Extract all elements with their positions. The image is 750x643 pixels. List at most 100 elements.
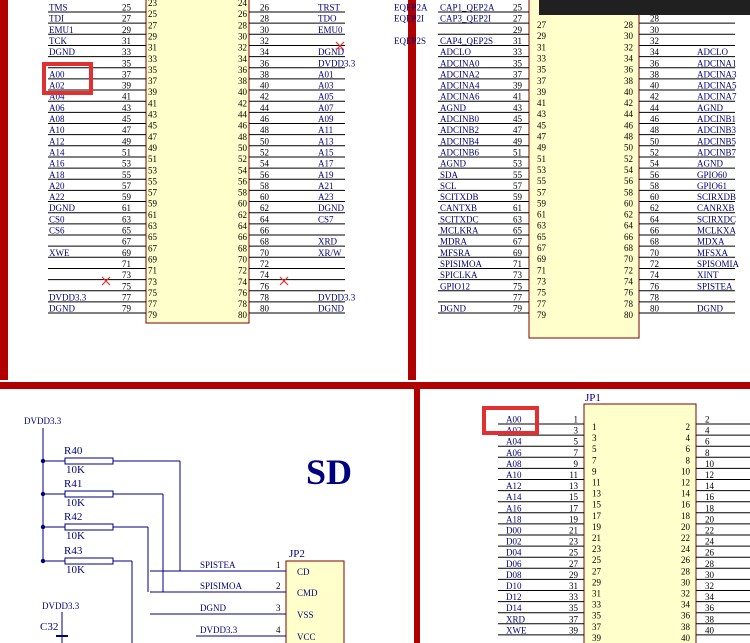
pin-number-left: 67 bbox=[513, 237, 523, 247]
jp1-inner-pin-right: 10 bbox=[681, 466, 691, 476]
resistor-value: 10K bbox=[66, 530, 85, 542]
jp1-outer-pin-right: 10 bbox=[705, 459, 715, 469]
pin-number-right: 78 bbox=[650, 292, 660, 302]
inner-pin-number-left: 47 bbox=[148, 132, 158, 142]
jp1-outer-pin-right: 8 bbox=[705, 448, 710, 458]
net-label-right: A11 bbox=[318, 125, 333, 135]
inner-pin-number-left: 45 bbox=[537, 120, 547, 130]
jp1-inner-pin-left: 13 bbox=[592, 489, 602, 499]
jp1-net-label: A00 bbox=[506, 415, 522, 425]
inner-pin-number-left: 55 bbox=[537, 176, 547, 186]
jp1-outer-pin-left: 29 bbox=[569, 570, 579, 580]
pin-number-right: 68 bbox=[260, 237, 270, 247]
inner-pin-number-left: 47 bbox=[537, 132, 547, 142]
jp1-outer-pin-left: 5 bbox=[574, 437, 579, 447]
inner-pin-number-left: 65 bbox=[148, 232, 158, 242]
inner-pin-number-right: 78 bbox=[624, 299, 634, 309]
inner-pin-number-right: 68 bbox=[624, 243, 634, 253]
net-label-right: TRST bbox=[318, 3, 341, 13]
resistor-ref: R41 bbox=[64, 478, 82, 490]
pin-number-left: 65 bbox=[513, 226, 523, 236]
jp1-outer-pin-left: 39 bbox=[569, 625, 579, 635]
net-label-right: A09 bbox=[318, 114, 334, 124]
jp1-net-label: D04 bbox=[506, 548, 522, 558]
pin-number-right: 28 bbox=[260, 14, 270, 24]
net-label-right: A07 bbox=[318, 103, 334, 113]
net-label-left: SCL bbox=[440, 181, 457, 191]
net-label-left: AGND bbox=[440, 103, 466, 113]
net-label-left: SPISIMOA bbox=[440, 259, 483, 269]
jp1-inner-pin-right: 2 bbox=[686, 422, 691, 432]
resistor-ref: R43 bbox=[64, 545, 83, 557]
resistor-value: 10K bbox=[66, 564, 85, 576]
net-label-left: GPIO12 bbox=[440, 281, 470, 291]
inner-pin-number-left: 53 bbox=[148, 165, 158, 175]
jp1-inner-pin-right: 26 bbox=[681, 555, 691, 565]
pin-number-left: 45 bbox=[122, 114, 132, 124]
jp1-inner-pin-right: 20 bbox=[681, 522, 691, 532]
inner-pin-number-right: 58 bbox=[238, 188, 248, 198]
inner-pin-number-left: 61 bbox=[537, 210, 546, 220]
jp1-outer-pin-right: 18 bbox=[705, 503, 715, 513]
pin-number-right: 38 bbox=[650, 69, 660, 79]
jp1-inner-pin-left: 27 bbox=[592, 566, 602, 576]
pin-number-left: 27 bbox=[513, 14, 523, 24]
inner-pin-number-left: 57 bbox=[148, 188, 158, 198]
inner-pin-number-right: 44 bbox=[624, 109, 634, 119]
jp2-net-label: DGND bbox=[200, 603, 226, 613]
jp1-outer-pin-right: 16 bbox=[705, 492, 715, 502]
inner-pin-number-left: 75 bbox=[148, 288, 158, 298]
pin-number-left: 73 bbox=[122, 270, 132, 280]
jp1-outer-pin-right: 28 bbox=[705, 559, 715, 569]
net-label-left: CAP1_QEP2A bbox=[440, 3, 495, 13]
pin-number-right: 50 bbox=[650, 136, 660, 146]
jp1-outer-pin-right: 24 bbox=[705, 537, 715, 547]
inner-pin-number-right: 46 bbox=[624, 120, 634, 130]
inner-pin-number-right: 74 bbox=[238, 277, 248, 287]
net-label-right: CANRXB bbox=[697, 203, 735, 213]
jp1-outer-pin-left: 11 bbox=[569, 470, 578, 480]
sheet-border-horizontal bbox=[0, 382, 750, 389]
pin-number-left: 29 bbox=[122, 25, 132, 35]
jp1-outer-pin-left: 9 bbox=[574, 459, 579, 469]
inner-pin-number-right: 74 bbox=[624, 276, 634, 286]
inner-pin-number-left: 59 bbox=[537, 198, 547, 208]
jp1-outer-pin-left: 37 bbox=[569, 614, 579, 624]
pin-number-right: 62 bbox=[650, 203, 659, 213]
inner-pin-number-right: 62 bbox=[624, 210, 633, 220]
net-label-right: MCLKXA bbox=[697, 226, 737, 236]
pin-number-left: 39 bbox=[513, 81, 523, 91]
inner-pin-number-right: 60 bbox=[624, 198, 634, 208]
pin-number-left: 51 bbox=[122, 147, 131, 157]
net-label-right: A19 bbox=[318, 170, 334, 180]
jp1-inner-pin-left: 9 bbox=[592, 466, 597, 476]
net-label-left: MCLKRA bbox=[440, 226, 479, 236]
inner-pin-number-right: 40 bbox=[238, 87, 248, 97]
inner-pin-number-right: 40 bbox=[624, 87, 634, 97]
pin-number-right: 66 bbox=[260, 226, 270, 236]
pin-number-left: 61 bbox=[122, 203, 131, 213]
inner-pin-number-left: 23 bbox=[148, 0, 158, 8]
pin-number-right: 70 bbox=[650, 248, 660, 258]
inner-pin-number-right: 28 bbox=[624, 20, 634, 30]
net-label-right: A05 bbox=[318, 92, 334, 102]
inner-pin-number-right: 42 bbox=[624, 98, 633, 108]
jp1-outer-pin-right: 40 bbox=[705, 625, 715, 635]
inner-pin-number-left: 37 bbox=[537, 76, 547, 86]
jp1-inner-pin-left: 37 bbox=[592, 622, 602, 632]
pin-number-left: 53 bbox=[122, 159, 132, 169]
pin-number-right: 66 bbox=[650, 226, 660, 236]
inner-pin-number-right: 80 bbox=[238, 310, 248, 320]
pin-number-left: 29 bbox=[513, 25, 523, 35]
pin-number-right: 52 bbox=[260, 147, 269, 157]
pin-number-right: 54 bbox=[260, 159, 270, 169]
overlay-dark-panel bbox=[539, 0, 750, 15]
net-label-left: A02 bbox=[49, 81, 65, 91]
jp1-inner-pin-right: 38 bbox=[681, 622, 691, 632]
jp2-pin-number: 2 bbox=[276, 581, 281, 591]
net-label-right: MFSXA bbox=[697, 248, 729, 258]
pin-number-left: 37 bbox=[122, 69, 132, 79]
inner-pin-number-right: 28 bbox=[238, 20, 248, 30]
inner-pin-number-right: 46 bbox=[238, 121, 248, 131]
inner-pin-number-left: 69 bbox=[537, 254, 547, 264]
